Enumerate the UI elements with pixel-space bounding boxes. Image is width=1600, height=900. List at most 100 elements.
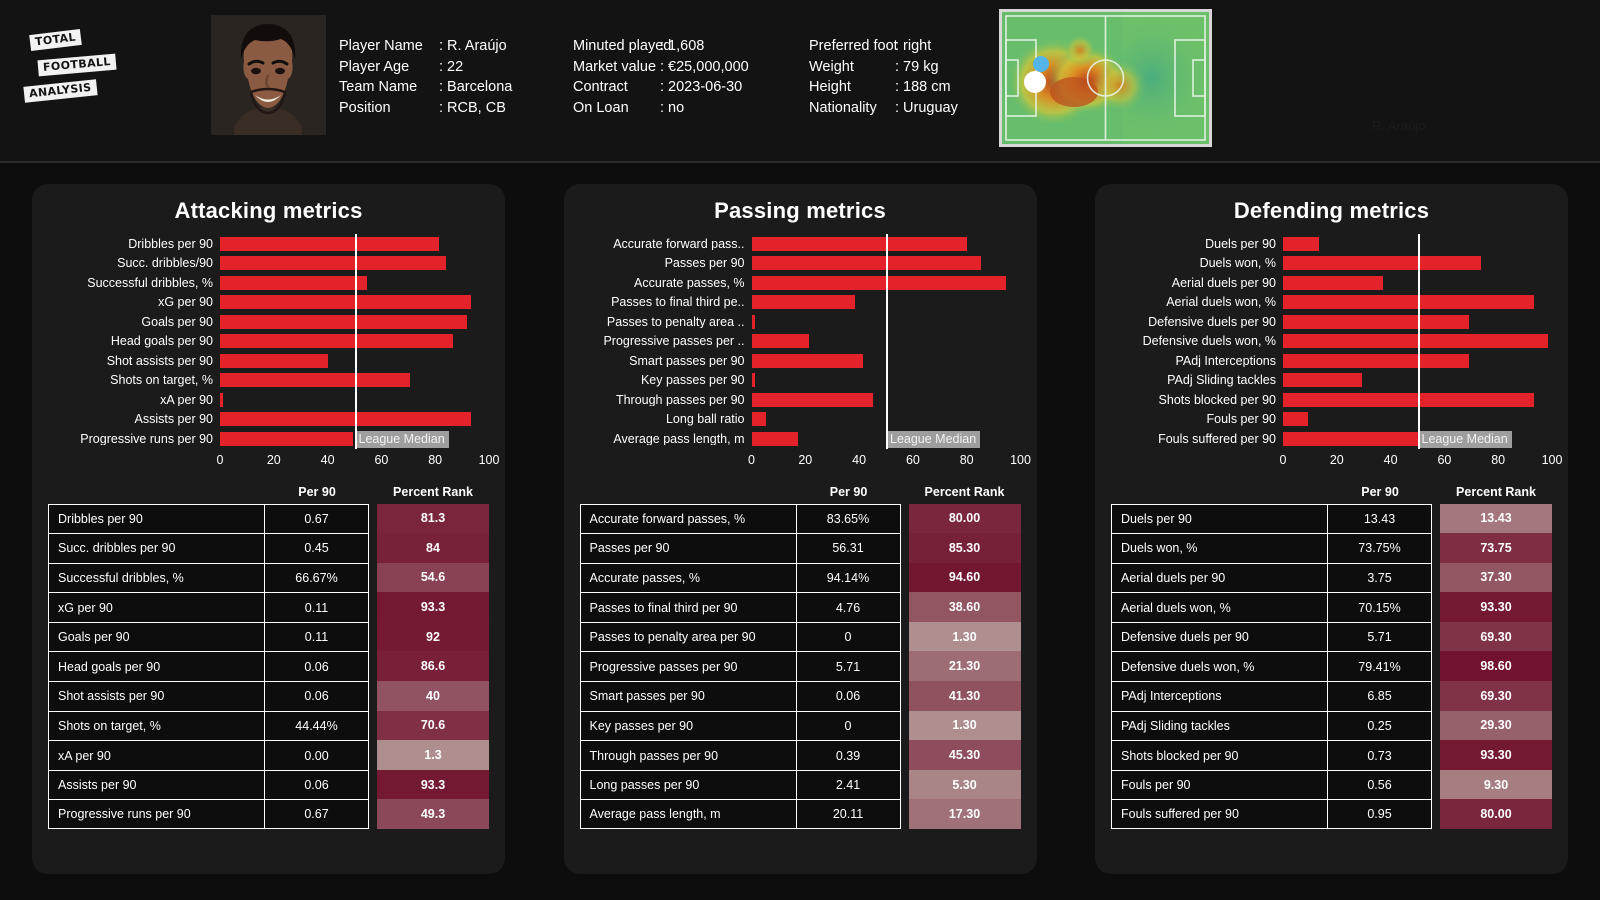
cell-per-90: 0.67 bbox=[265, 503, 369, 534]
info-value: : Uruguay bbox=[895, 99, 958, 116]
cell-metric-name: Passes to final third per 90 bbox=[579, 592, 797, 622]
info-key: Player Name bbox=[339, 38, 423, 54]
cell-percent-rank: 1.30 bbox=[908, 710, 1021, 741]
bar-label: Long ball ratio bbox=[665, 413, 745, 426]
bar-fill bbox=[220, 314, 468, 329]
cell-per-90: 66.67% bbox=[265, 562, 369, 593]
table-header-metric bbox=[1111, 485, 1328, 499]
info-key: Position bbox=[339, 99, 391, 116]
cell-percent-rank: 1.3 bbox=[377, 740, 489, 770]
bar-fill bbox=[220, 412, 471, 426]
cell-per-90: 0 bbox=[796, 710, 901, 741]
cell-gap bbox=[901, 563, 909, 593]
bar-fill bbox=[1283, 334, 1549, 348]
cell-gap bbox=[369, 592, 377, 622]
bar-label: Goals per 90 bbox=[141, 315, 213, 328]
axis-ticks: 0 20 40 60 80 100 bbox=[216, 451, 500, 471]
cell-per-90: 20.11 bbox=[796, 799, 901, 830]
info-value: : no bbox=[660, 99, 685, 116]
cell-gap bbox=[369, 770, 377, 800]
bar-row: Key passes per 90 bbox=[580, 371, 1021, 391]
league-median-line bbox=[886, 234, 888, 449]
cell-metric-name: Duels won, % bbox=[1111, 533, 1328, 563]
bar-row: Accurate forward pass.. bbox=[580, 234, 1021, 254]
table-row: Aerial duels won, % 70.15% 93.30 bbox=[1111, 592, 1552, 622]
info-value: : 1,608 bbox=[660, 38, 705, 54]
bar-label: Average pass length, m bbox=[613, 432, 745, 445]
table-row: Shots blocked per 90 0.73 93.30 bbox=[1111, 740, 1552, 770]
cell-percent-rank: 93.3 bbox=[377, 592, 489, 622]
cell-metric-name: Long passes per 90 bbox=[579, 769, 797, 800]
bar-label: Through passes per 90 bbox=[615, 393, 745, 406]
table-row: Passes per 90 56.31 85.30 bbox=[579, 533, 1021, 563]
table-row: Accurate passes, % 94.14% 94.60 bbox=[579, 562, 1021, 593]
table-header-gap bbox=[1432, 485, 1440, 499]
bar-row: Progressive passes per .. bbox=[580, 332, 1021, 352]
bar-fill bbox=[751, 314, 755, 329]
cell-percent-rank: 92 bbox=[377, 621, 489, 652]
bar-row: Succ. dribbles/90 bbox=[48, 254, 489, 274]
bar-label: Duels per 90 bbox=[1205, 237, 1276, 250]
bar-label: Defensive duels per 90 bbox=[1148, 315, 1276, 328]
bar-fill bbox=[751, 334, 809, 348]
table-row: Dribbles per 90 0.67 81.3 bbox=[48, 503, 489, 534]
axis-tick-label: 80 bbox=[959, 452, 974, 467]
axis-spacer bbox=[48, 451, 220, 471]
bar-row: PAdj Interceptions bbox=[1111, 351, 1552, 371]
cell-per-90: 0 bbox=[796, 621, 901, 652]
info-row: Market value: €25,000,000 bbox=[573, 57, 749, 78]
info-row: Player Name : R. Araújo bbox=[339, 36, 512, 57]
info-value: : R. Araújo bbox=[439, 38, 507, 54]
info-value: : Barcelona bbox=[439, 79, 513, 95]
bar-row: Assists per 90 bbox=[48, 410, 489, 430]
cell-metric-name: Duels per 90 bbox=[1111, 503, 1328, 534]
chart-defending: Duels per 90 Duels won, % Aerial duels per… bbox=[1111, 234, 1562, 471]
cell-percent-rank: 41.30 bbox=[908, 681, 1021, 711]
table-row: Goals per 90 0.11 92 bbox=[48, 621, 489, 652]
cell-percent-rank: 49.3 bbox=[377, 799, 489, 830]
bar-fill bbox=[1283, 373, 1362, 387]
brand-logo-line-1: TOTAL bbox=[29, 28, 82, 52]
bar-fill bbox=[751, 256, 981, 270]
table-header-gap bbox=[369, 485, 377, 499]
cell-metric-name: Passes to penalty area per 90 bbox=[579, 621, 797, 652]
cell-percent-rank: 17.30 bbox=[908, 799, 1021, 830]
bar-row: Long ball ratio bbox=[580, 410, 1021, 430]
table-row: Fouls suffered per 90 0.95 80.00 bbox=[1111, 799, 1552, 830]
cell-metric-name: Key passes per 90 bbox=[579, 710, 797, 741]
chart-attacking: Dribbles per 90 Succ. dribbles/90 Successf… bbox=[48, 234, 500, 471]
cell-gap bbox=[1432, 740, 1440, 770]
cell-percent-rank: 54.6 bbox=[377, 562, 489, 593]
cell-per-90: 44.44% bbox=[265, 710, 369, 741]
bar-row: Passes to final third pe.. bbox=[580, 293, 1021, 313]
cell-gap bbox=[369, 651, 377, 681]
table-row: Fouls per 90 0.56 9.30 bbox=[1111, 769, 1552, 800]
table-row: Duels per 90 13.43 13.43 bbox=[1111, 503, 1552, 534]
axis-tick-label: 80 bbox=[1491, 452, 1506, 467]
table-header-metric bbox=[48, 485, 265, 499]
bar-fill bbox=[1283, 412, 1309, 426]
cell-gap bbox=[369, 799, 377, 829]
panel-title-attacking: Attacking metrics bbox=[174, 198, 363, 223]
cell-metric-name: Progressive passes per 90 bbox=[579, 651, 797, 682]
info-key: Market value bbox=[573, 58, 657, 75]
info-key: Team Name bbox=[339, 79, 418, 95]
cell-metric-name: Shots on target, % bbox=[48, 710, 265, 741]
info-value: : 22 bbox=[439, 58, 464, 75]
axis-tick-label: 60 bbox=[1437, 452, 1452, 467]
info-row: Nationality: Uruguay bbox=[809, 98, 958, 119]
table-row: Progressive passes per 90 5.71 21.30 bbox=[579, 651, 1021, 682]
axis-tick-label: 0 bbox=[216, 452, 224, 467]
cell-metric-name: Progressive runs per 90 bbox=[48, 799, 265, 830]
cell-metric-name: Dribbles per 90 bbox=[48, 503, 265, 534]
cell-gap bbox=[901, 592, 909, 622]
info-key: Height bbox=[809, 79, 851, 95]
cell-gap bbox=[369, 504, 377, 534]
cell-percent-rank: 40 bbox=[377, 681, 489, 711]
info-value: : RCB, CB bbox=[439, 99, 506, 116]
info-key: Contract bbox=[573, 79, 628, 95]
bar-label: xA per 90 bbox=[160, 393, 213, 406]
panel-passing: Passing metrics Accurate forward pass.. P… bbox=[563, 184, 1037, 874]
bar-row: Aerial duels won, % bbox=[1111, 293, 1552, 313]
brand-logo-line-3: ANALYSIS bbox=[23, 79, 98, 103]
